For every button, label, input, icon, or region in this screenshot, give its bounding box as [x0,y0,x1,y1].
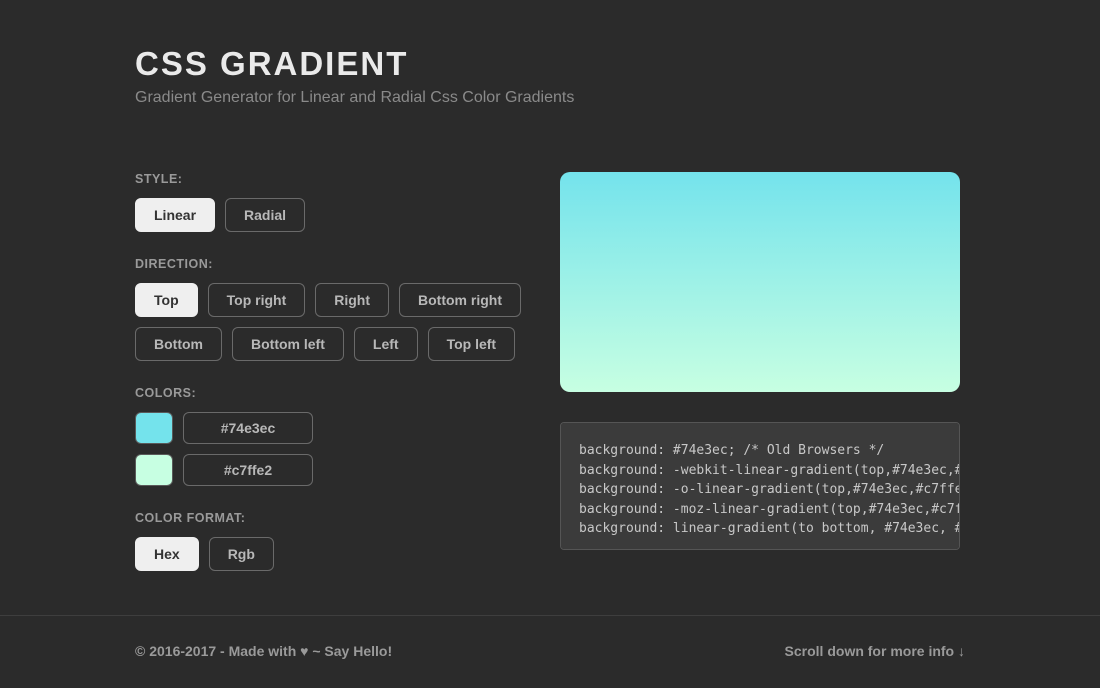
direction-left-button[interactable]: Left [354,327,418,361]
color-input-2[interactable] [183,454,313,486]
format-rgb-button[interactable]: Rgb [209,537,274,571]
format-label: COLOR FORMAT: [135,511,530,525]
direction-top-right-button[interactable]: Top right [208,283,306,317]
color-swatch-1[interactable] [135,412,173,444]
direction-bottom-right-button[interactable]: Bottom right [399,283,521,317]
style-linear-button[interactable]: Linear [135,198,215,232]
colors-section: COLORS: [135,386,530,486]
direction-bottom-left-button[interactable]: Bottom left [232,327,344,361]
color-input-1[interactable] [183,412,313,444]
direction-section: DIRECTION: Top Top right Right Bottom ri… [135,257,530,361]
output-panel: background: #74e3ec; /* Old Browsers */ … [560,172,960,596]
code-output[interactable]: background: #74e3ec; /* Old Browsers */ … [560,422,960,550]
direction-top-left-button[interactable]: Top left [428,327,516,361]
direction-right-button[interactable]: Right [315,283,389,317]
footer-right[interactable]: Scroll down for more info ↓ [785,643,965,659]
format-hex-button[interactable]: Hex [135,537,199,571]
direction-label: DIRECTION: [135,257,530,271]
controls-panel: STYLE: Linear Radial DIRECTION: Top Top … [135,172,530,596]
style-radial-button[interactable]: Radial [225,198,305,232]
colors-label: COLORS: [135,386,530,400]
footer: © 2016-2017 - Made with ♥ ~ Say Hello! S… [0,615,1100,685]
color-swatch-2[interactable] [135,454,173,486]
page-title: CSS GRADIENT [135,45,965,83]
footer-left: © 2016-2017 - Made with ♥ ~ Say Hello! [135,643,392,659]
style-label: STYLE: [135,172,530,186]
format-section: COLOR FORMAT: Hex Rgb [135,511,530,571]
style-section: STYLE: Linear Radial [135,172,530,232]
direction-bottom-button[interactable]: Bottom [135,327,222,361]
direction-top-button[interactable]: Top [135,283,198,317]
gradient-preview [560,172,960,392]
page-subtitle: Gradient Generator for Linear and Radial… [135,89,965,107]
